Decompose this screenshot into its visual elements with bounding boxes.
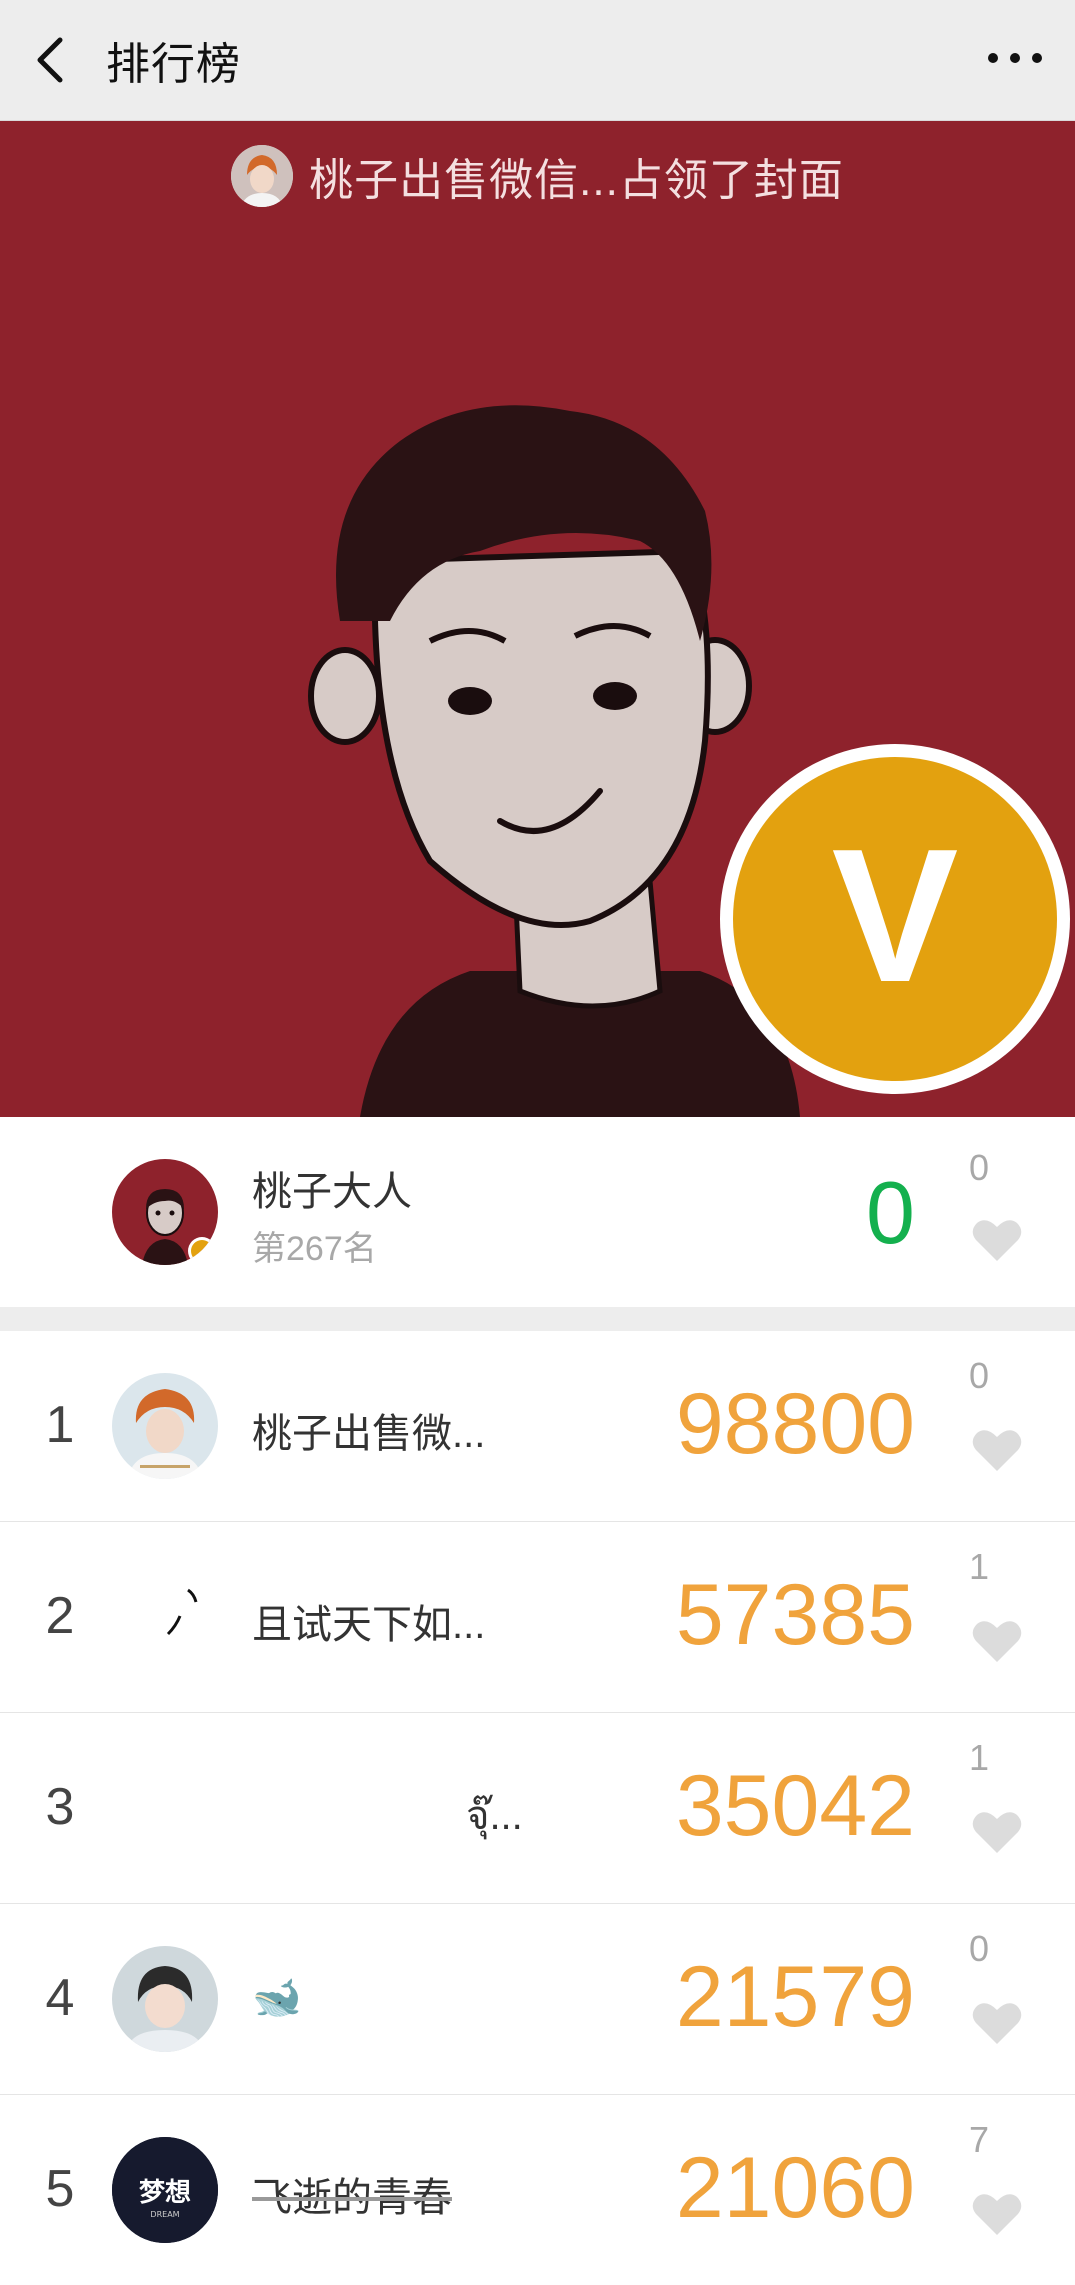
ink-brush-avatar[interactable] (112, 1564, 218, 1670)
ranking-list: 1 桃子出售微... 98800 0 2 且试天下如... 5 7385 1 3 … (0, 1331, 1075, 2285)
svg-text:梦想: 梦想 (139, 2178, 191, 2208)
heart-icon[interactable] (971, 1217, 1023, 1263)
my-ranking-row[interactable]: 桃子大人 第267名 0 0 (0, 1117, 1075, 1307)
rank-name: 桃子出售微... (252, 1412, 486, 1456)
more-dots-icon[interactable] (985, 48, 1045, 68)
like-count: 0 (968, 1355, 990, 1396)
rank-score: 21060 (675, 2140, 915, 2236)
like-count: 1 (968, 1737, 990, 1778)
rank-score: 98800 (675, 1376, 915, 1472)
ranking-row[interactable]: 3 จุ๊... 35042 1 (0, 1713, 1075, 1904)
my-avatar[interactable] (112, 1159, 218, 1265)
rank-number: 1 (45, 1396, 75, 1454)
my-rank: 第267名 (252, 1230, 377, 1268)
rank-score: 21579 (675, 1949, 915, 2045)
ranking-row[interactable]: 1 桃子出售微... 98800 0 (0, 1331, 1075, 1522)
rank-score: 57385 (675, 1567, 915, 1663)
like-count: 1 (968, 1546, 990, 1587)
section-divider (0, 1307, 1075, 1331)
rank-name: 🐋 (252, 1976, 302, 2020)
rank-score: 35042 (675, 1758, 915, 1854)
verified-badge-letter: V (831, 810, 959, 1022)
chevron-left-icon[interactable] (30, 32, 70, 88)
anime-boy-avatar[interactable] (112, 1373, 218, 1479)
ranking-row[interactable]: 2 且试天下如... 57385 1 (0, 1522, 1075, 1713)
page-title: 排行榜 (106, 40, 241, 89)
like-count: 0 (968, 1147, 990, 1188)
dream-logo-avatar[interactable]: 梦想 DREAM (112, 2137, 218, 2243)
svg-text:DREAM: DREAM (150, 2210, 179, 2219)
rank-number: 4 (45, 1969, 75, 2027)
heart-icon[interactable] (971, 2000, 1023, 2046)
heart-icon[interactable] (971, 1618, 1023, 1664)
ranking-row[interactable]: 5 梦想 DREAM 飞逝的青春 21060 7 (0, 2095, 1075, 2285)
top-nav-bar: 排行榜 (0, 0, 1075, 121)
cover-caption-text: 桃子出售微信...占领了封面 (309, 156, 844, 205)
heart-icon[interactable] (971, 2191, 1023, 2237)
rank-name: 飞逝的青春 (252, 2176, 452, 2220)
rank-name: 且试天下如... (252, 1603, 486, 1647)
photo-avatar[interactable] (112, 1946, 218, 2052)
rank-number: 2 (45, 1587, 75, 1645)
like-count: 7 (968, 2119, 990, 2160)
heart-icon[interactable] (971, 1427, 1023, 1473)
my-score: 0 (866, 1163, 915, 1262)
cover-owner-avatar (231, 145, 294, 207)
my-name: 桃子大人 (252, 1170, 412, 1214)
ranking-row[interactable]: 4 🐋 21579 0 (0, 1904, 1075, 2095)
rank-number: 3 (45, 1778, 75, 1836)
blank-avatar[interactable] (112, 1755, 218, 1861)
rank-name: จุ๊... (466, 1794, 523, 1838)
like-count: 0 (968, 1928, 990, 1969)
heart-icon[interactable] (971, 1809, 1023, 1855)
rank-number: 5 (45, 2160, 75, 2218)
cover-banner[interactable]: V 桃子出售微信...占领了封面 (0, 121, 1075, 1117)
cover-caption: 桃子出售微信...占领了封面 (0, 141, 1075, 211)
